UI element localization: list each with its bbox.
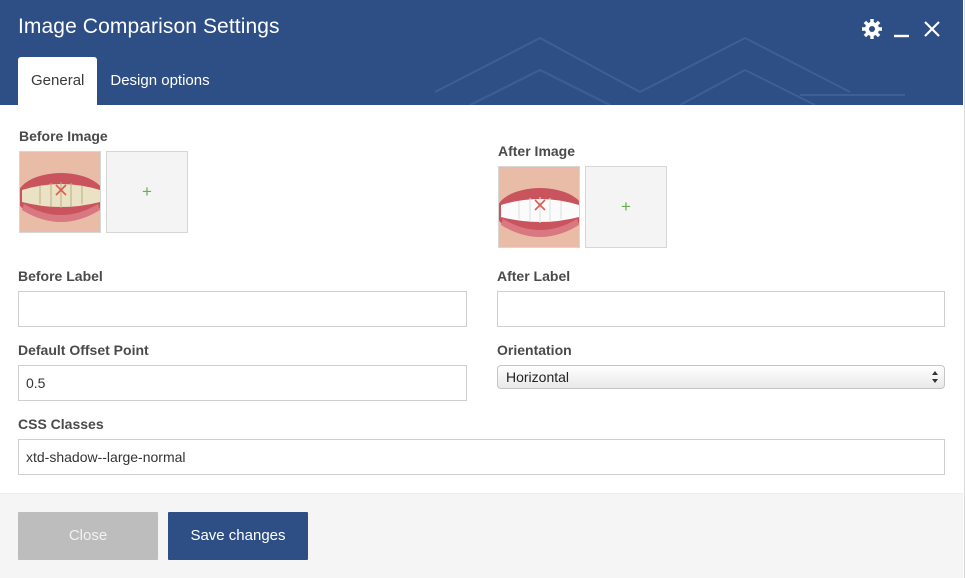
orientation-select[interactable]: Horizontal: [497, 365, 945, 389]
after-image-thumbnail: [498, 166, 580, 248]
plus-icon: +: [621, 197, 631, 216]
before-image-label: Before Image: [19, 128, 108, 144]
orientation-title: Orientation: [497, 342, 572, 358]
after-label-title: After Label: [497, 268, 571, 284]
save-changes-button[interactable]: Save changes: [168, 512, 308, 560]
offset-point-title: Default Offset Point: [18, 342, 149, 358]
after-image-label: After Image: [498, 143, 576, 159]
minimize-icon[interactable]: [890, 17, 914, 41]
plus-icon: +: [142, 182, 152, 201]
modal-title: Image Comparison Settings: [18, 15, 280, 38]
remove-after-image-icon[interactable]: [532, 197, 548, 213]
tab-bar: General Design options: [18, 57, 223, 105]
add-after-image-button[interactable]: +: [585, 166, 667, 248]
close-button[interactable]: Close: [18, 512, 158, 560]
orientation-selected-value: Horizontal: [506, 369, 570, 385]
add-before-image-button[interactable]: +: [106, 151, 188, 233]
close-icon[interactable]: [920, 17, 944, 41]
remove-before-image-icon[interactable]: [53, 182, 69, 198]
tab-design-options[interactable]: Design options: [97, 57, 222, 105]
before-image-thumbnail: [19, 151, 101, 233]
tab-general[interactable]: General: [18, 57, 98, 105]
before-label-title: Before Label: [18, 268, 103, 284]
select-arrows-icon: [932, 371, 938, 383]
css-classes-title: CSS Classes: [18, 416, 104, 432]
before-label-input[interactable]: [18, 291, 467, 327]
modal-header: Image Comparison Settings General Design…: [0, 0, 963, 105]
settings-modal: Image Comparison Settings General Design…: [0, 0, 965, 578]
offset-point-input[interactable]: 0.5: [18, 365, 467, 401]
css-classes-input[interactable]: xtd-shadow--large-normal: [18, 439, 945, 475]
after-label-input[interactable]: [497, 291, 945, 327]
modal-footer: Close Save changes: [0, 493, 963, 578]
gear-icon[interactable]: [860, 17, 884, 41]
